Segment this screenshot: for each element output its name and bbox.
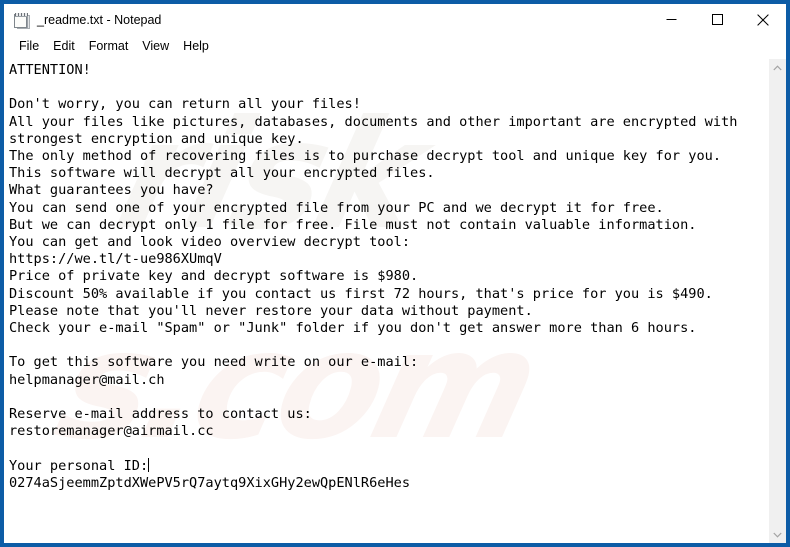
close-button[interactable] xyxy=(740,4,786,35)
text-editor[interactable]: risk s.com ATTENTION! Don't worry, you c… xyxy=(4,59,768,543)
menu-item-edit[interactable]: Edit xyxy=(46,37,82,57)
scroll-down-button[interactable] xyxy=(769,526,786,543)
editor-area: risk s.com ATTENTION! Don't worry, you c… xyxy=(4,58,786,543)
window-controls xyxy=(648,4,786,36)
scrollbar-track[interactable] xyxy=(769,76,786,526)
menu-item-view[interactable]: View xyxy=(135,37,176,57)
document-text: ATTENTION! Don't worry, you can return a… xyxy=(9,62,768,492)
menu-item-file[interactable]: File xyxy=(12,37,46,57)
vertical-scrollbar[interactable] xyxy=(768,59,786,543)
menu-item-help[interactable]: Help xyxy=(176,37,216,57)
title-bar-left: _readme.txt - Notepad xyxy=(4,12,648,29)
menu-bar: File Edit Format View Help xyxy=(4,36,786,58)
notepad-icon xyxy=(13,12,30,29)
maximize-button[interactable] xyxy=(694,4,740,35)
personal-id-value: 0274aSjeemmZptdXWePV5rQ7aytq9XixGHy2ewQp… xyxy=(9,474,411,491)
menu-item-format[interactable]: Format xyxy=(82,37,136,57)
notepad-window: _readme.txt - Notepad File Edit Format V… xyxy=(0,0,790,547)
minimize-button[interactable] xyxy=(648,4,694,35)
document-body: ATTENTION! Don't worry, you can return a… xyxy=(9,62,738,474)
window-title: _readme.txt - Notepad xyxy=(37,12,162,27)
scroll-up-button[interactable] xyxy=(769,59,786,76)
text-caret xyxy=(148,457,150,472)
title-bar[interactable]: _readme.txt - Notepad xyxy=(4,4,786,36)
